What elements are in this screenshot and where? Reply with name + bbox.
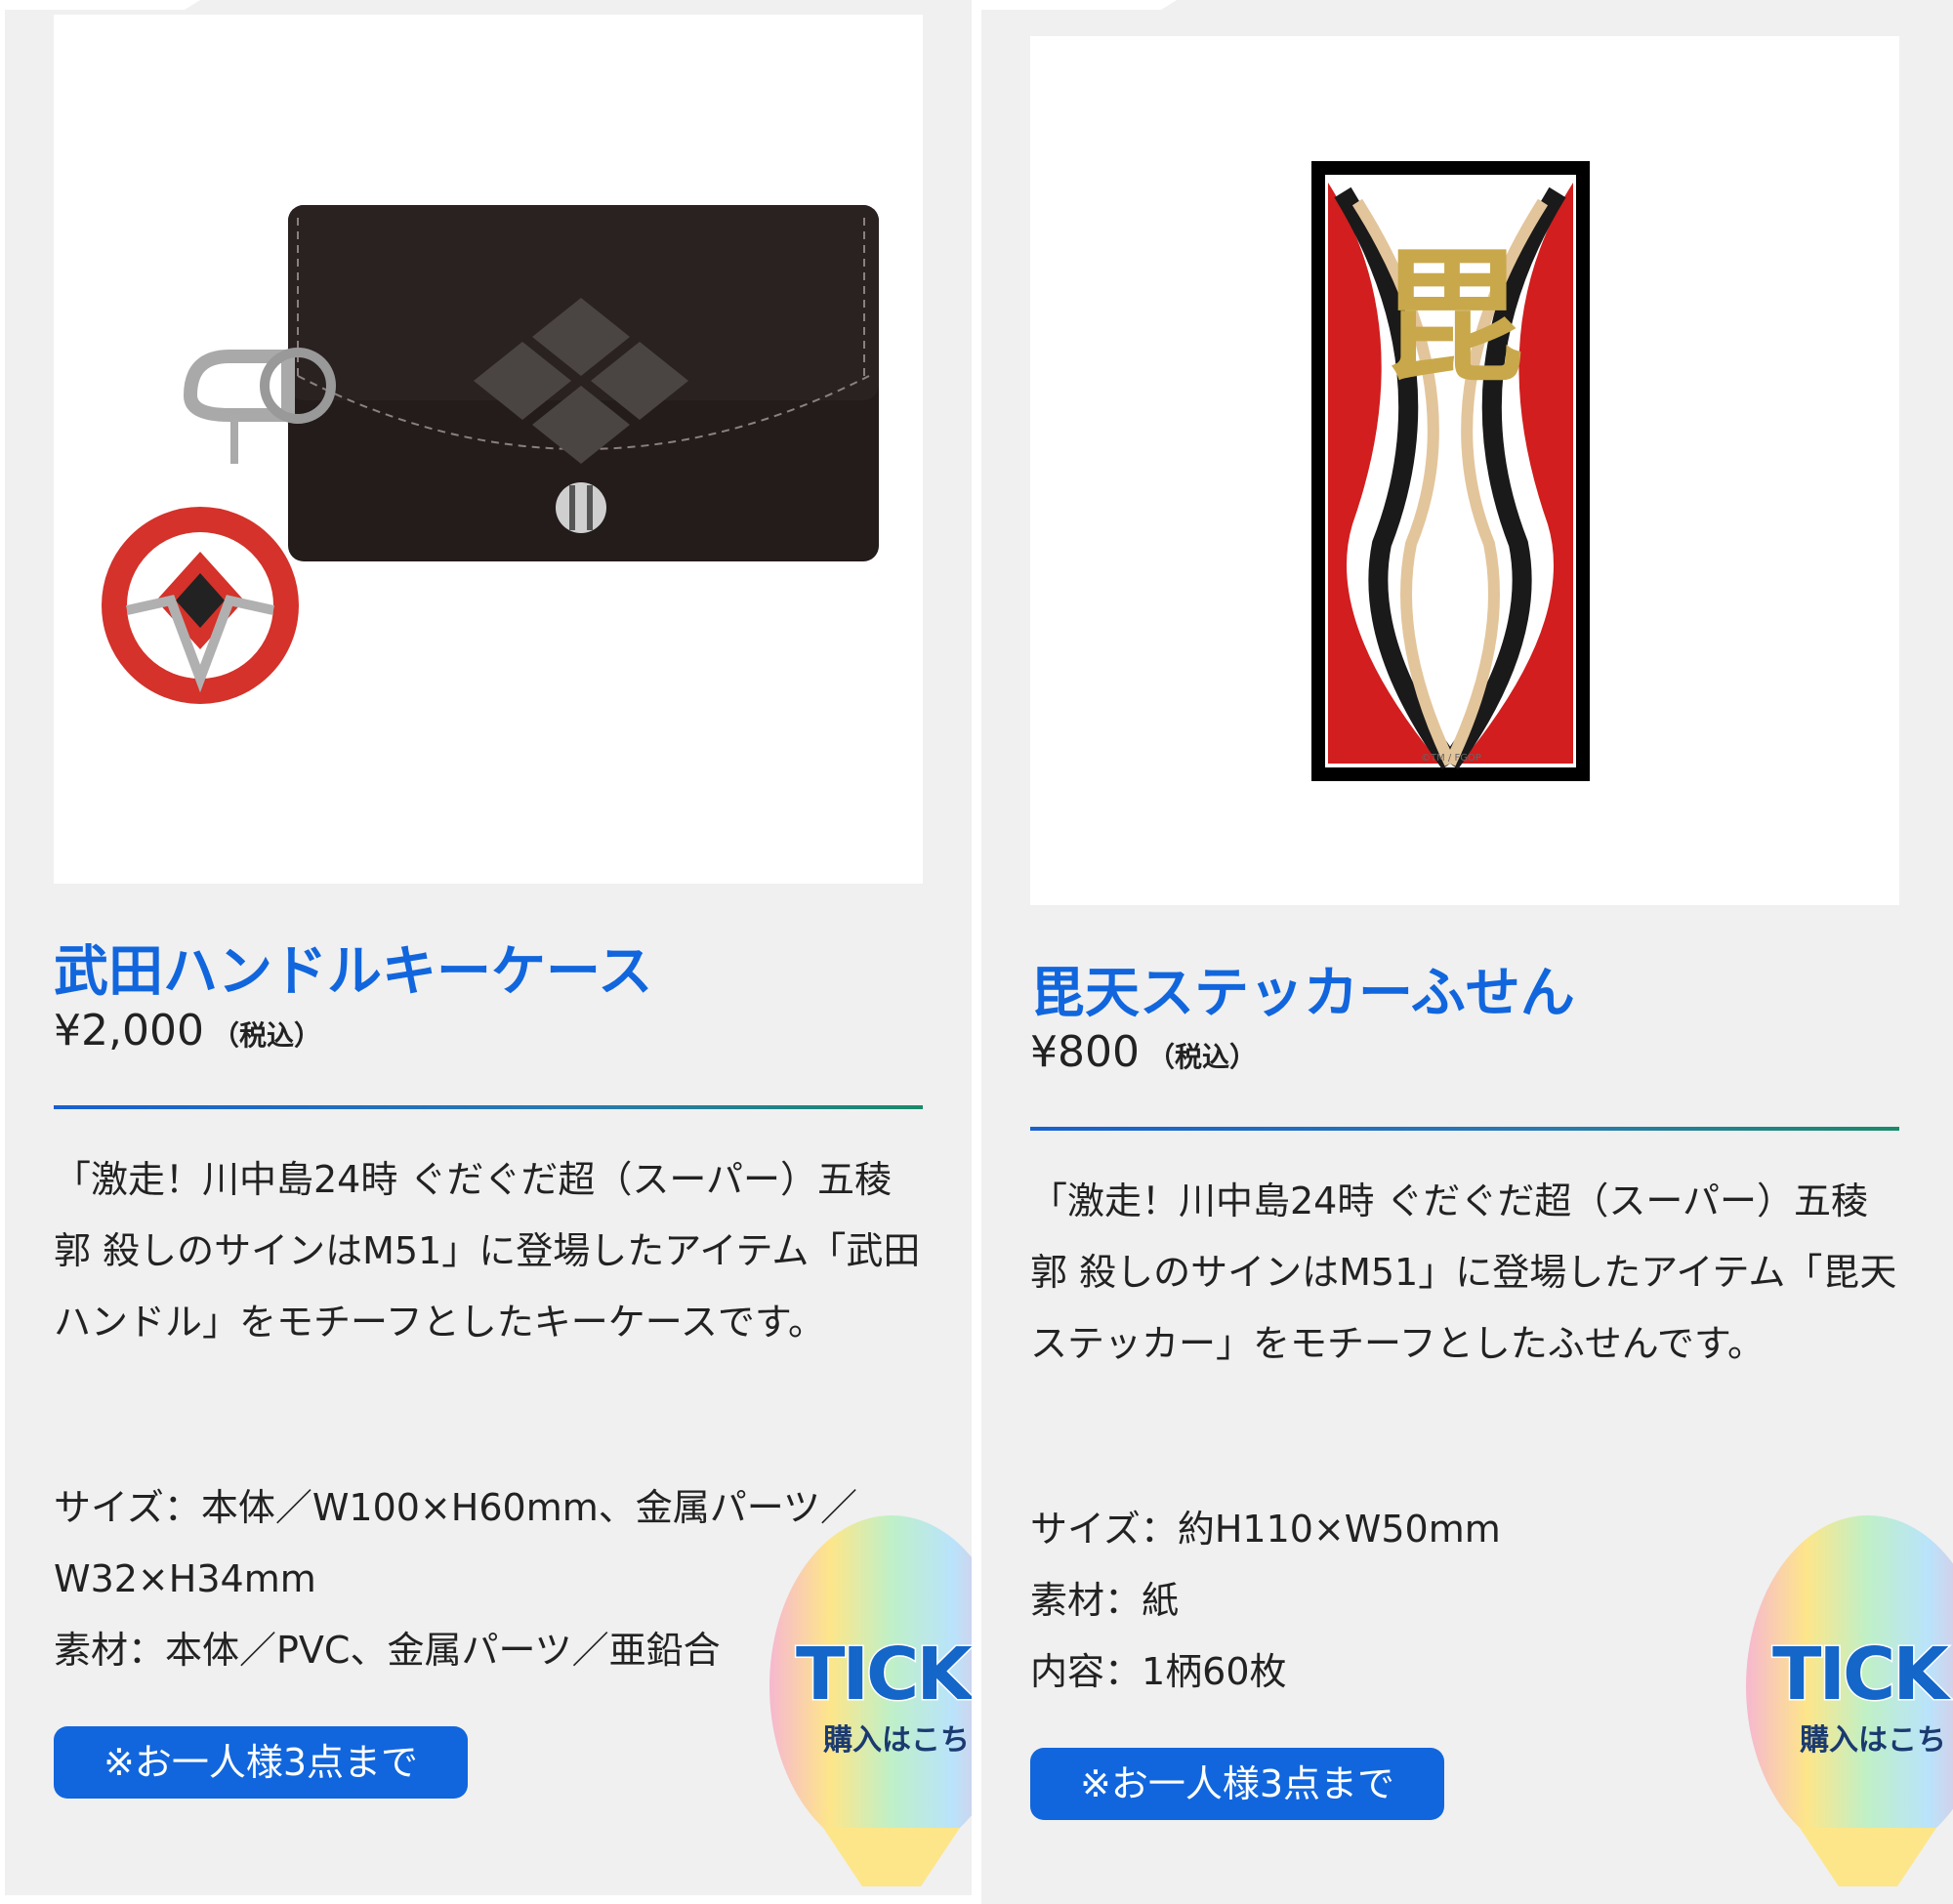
sticker-kanji: 毘 [1379, 231, 1525, 403]
tax-note: （税込） [211, 1019, 321, 1052]
product-title[interactable]: 武田ハンドルキーケース [54, 928, 652, 1007]
product-image[interactable]: 毘 ©TM / FGOP [1030, 36, 1899, 905]
price-row: ¥800 （税込） [1030, 1027, 1257, 1077]
product-description: 「激走！川中島24時 ぐだぐだ超（スーパー）五稜郭 殺しのサインはM51」に登場… [1030, 1180, 1897, 1365]
product-image[interactable] [54, 15, 923, 884]
balloon-label-sub: 購入はこち [1800, 1723, 1946, 1758]
balloon-label-sub: 購入はこち [823, 1723, 970, 1758]
sticker-copyright: ©TM / FGOP [1421, 753, 1481, 764]
divider [54, 1105, 923, 1109]
balloon-label-main: TICK [795, 1632, 972, 1718]
purchase-limit-badge: ※お一人様3点まで [54, 1726, 468, 1799]
purchase-limit-badge: ※お一人様3点まで [1030, 1748, 1444, 1820]
card-tab-edge [981, 0, 1177, 10]
product-title[interactable]: 毘天ステッカーふせん [1030, 949, 1575, 1028]
price-row: ¥2,000 （税込） [54, 1006, 321, 1055]
price: ¥800 [1030, 1027, 1140, 1077]
tax-note: （税込） [1146, 1041, 1257, 1073]
ticket-balloon-button[interactable]: TICK 購入はこち [765, 1506, 972, 1895]
product-card-key-case: 武田ハンドルキーケース ¥2,000 （税込） 「激走！川中島24時 ぐだぐだ超（… [5, 0, 972, 1895]
divider [1030, 1127, 1899, 1131]
product-card-sticker-memo: 毘 ©TM / FGOP 毘天ステッカーふせん ¥800 （税込） 「激走！川中島… [981, 0, 1953, 1904]
balloon-label-main: TICK [1771, 1632, 1951, 1718]
product-description: 「激走！川中島24時 ぐだぐだ超（スーパー）五稜郭 殺しのサインはM51」に登場… [54, 1158, 921, 1344]
key-case-icon [102, 205, 879, 704]
card-tab-edge [5, 0, 200, 10]
sticker-memo-icon: 毘 ©TM / FGOP [1311, 161, 1590, 781]
price: ¥2,000 [54, 1006, 204, 1055]
ticket-balloon-button[interactable]: TICK 購入はこち [1741, 1506, 1953, 1896]
